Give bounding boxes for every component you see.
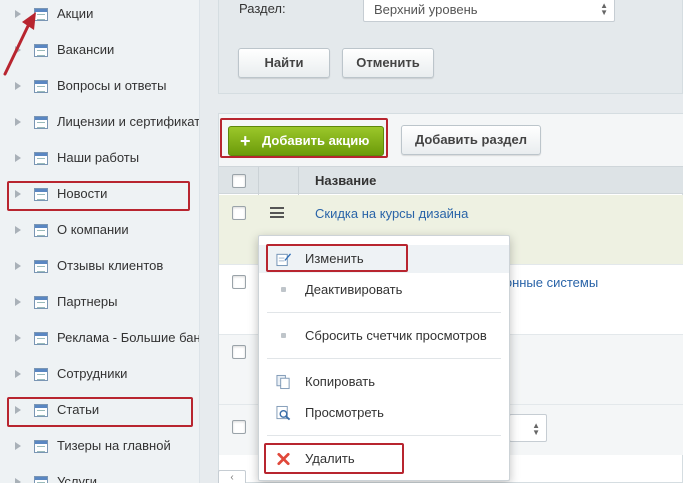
sidebar-item-label: Реклама - Большие баннеры	[57, 330, 200, 345]
section-select-value: Верхний уровень	[374, 2, 478, 17]
expand-arrow-icon[interactable]	[15, 478, 21, 483]
sidebar-item-reviews[interactable]: Отзывы клиентов	[0, 253, 199, 281]
sidebar-item-partners[interactable]: Партнеры	[0, 289, 199, 317]
row-menu-icon[interactable]	[270, 207, 284, 218]
sidebar-item-staff[interactable]: Сотрудники	[0, 361, 199, 389]
sidebar-item-about[interactable]: О компании	[0, 217, 199, 245]
row-title-link[interactable]: конные системы	[499, 275, 598, 290]
iblock-icon	[34, 152, 48, 165]
menu-separator	[267, 435, 501, 436]
expand-arrow-icon[interactable]	[15, 370, 21, 378]
iblock-icon	[34, 440, 48, 453]
expand-arrow-icon[interactable]	[15, 298, 21, 306]
copy-icon	[276, 374, 290, 390]
sidebar-item-label: Акции	[57, 6, 94, 21]
pager-prev-button[interactable]: ‹	[218, 470, 246, 483]
sidebar-item-works[interactable]: Наши работы	[0, 145, 199, 173]
highlight-articles	[7, 397, 193, 427]
group-action-select[interactable]: ▲ ▼	[509, 414, 547, 442]
iblock-icon	[34, 476, 48, 483]
view-icon	[276, 405, 291, 421]
menu-item-deactivate[interactable]: Деактивировать	[259, 276, 509, 304]
sidebar-item-label: О компании	[57, 222, 129, 237]
menu-item-label: Просмотреть	[305, 405, 384, 420]
row-checkbox[interactable]	[232, 275, 246, 289]
menu-item-label: Копировать	[305, 374, 375, 389]
select-arrows-icon: ▲ ▼	[532, 421, 540, 437]
expand-arrow-icon[interactable]	[15, 226, 21, 234]
menu-separator	[267, 312, 501, 313]
menu-item-label: Деактивировать	[305, 282, 403, 297]
sidebar-item-label: Лицензии и сертификаты	[57, 114, 200, 129]
annotation-arrow-icon	[3, 12, 36, 76]
filter-panel: Раздел: Верхний уровень ▲ ▼ Найти Отменит…	[218, 0, 683, 94]
expand-arrow-icon[interactable]	[15, 442, 21, 450]
find-button[interactable]: Найти	[238, 48, 330, 78]
sidebar-item-teasers[interactable]: Тизеры на главной	[0, 433, 199, 461]
iblock-icon	[34, 116, 48, 129]
sidebar-item-label: Вопросы и ответы	[57, 78, 167, 93]
menu-item-label: Сбросить счетчик просмотров	[305, 328, 487, 343]
cancel-button[interactable]: Отменить	[342, 48, 434, 78]
select-arrows-icon: ▲ ▼	[600, 1, 608, 17]
highlight-add-action	[220, 118, 388, 158]
row-checkbox[interactable]	[232, 345, 246, 359]
section-select[interactable]: Верхний уровень ▲ ▼	[363, 0, 615, 22]
header-actions-cell	[259, 167, 299, 195]
menu-item-reset-counter[interactable]: Сбросить счетчик просмотров	[259, 322, 509, 350]
menu-item-copy[interactable]: Копировать	[259, 368, 509, 396]
table-header: Название	[219, 166, 683, 195]
sidebar-item-label: Наши работы	[57, 150, 140, 165]
sidebar-item-label: Вакансии	[57, 42, 115, 57]
sidebar-item-label: Тизеры на главной	[57, 438, 171, 453]
iblock-icon	[34, 224, 48, 237]
iblock-icon	[34, 296, 48, 309]
sidebar-item-label: Партнеры	[57, 294, 118, 309]
highlight-delete	[264, 443, 404, 474]
add-section-button[interactable]: Добавить раздел	[401, 125, 541, 155]
sidebar-item-label: Отзывы клиентов	[57, 258, 164, 273]
expand-arrow-icon[interactable]	[15, 118, 21, 126]
iblock-icon	[34, 332, 48, 345]
row-title-link[interactable]: Скидка на курсы дизайна	[315, 206, 468, 221]
expand-arrow-icon[interactable]	[15, 154, 21, 162]
iblock-icon	[34, 368, 48, 381]
sidebar-item-label: Сотрудники	[57, 366, 128, 381]
section-label: Раздел:	[239, 1, 286, 16]
menu-item-view[interactable]: Просмотреть	[259, 399, 509, 427]
row-checkbox[interactable]	[232, 206, 246, 220]
sidebar-item-licenses[interactable]: Лицензии и сертификаты	[0, 109, 200, 137]
header-checkbox-cell	[219, 167, 259, 195]
highlight-news	[7, 181, 190, 211]
bullet-icon	[281, 333, 286, 338]
highlight-edit	[266, 244, 408, 272]
sidebar-item-banners[interactable]: Реклама - Большие баннеры	[0, 325, 200, 353]
expand-arrow-icon[interactable]	[15, 262, 21, 270]
footer-checkbox[interactable]	[232, 420, 246, 434]
sidebar-item-services[interactable]: Услуги	[0, 469, 199, 483]
select-all-checkbox[interactable]	[232, 174, 246, 188]
iblock-icon	[34, 260, 48, 273]
column-title[interactable]: Название	[315, 173, 376, 188]
bullet-icon	[281, 287, 286, 292]
expand-arrow-icon[interactable]	[15, 334, 21, 342]
menu-separator	[267, 358, 501, 359]
sidebar-item-label: Услуги	[57, 474, 97, 483]
